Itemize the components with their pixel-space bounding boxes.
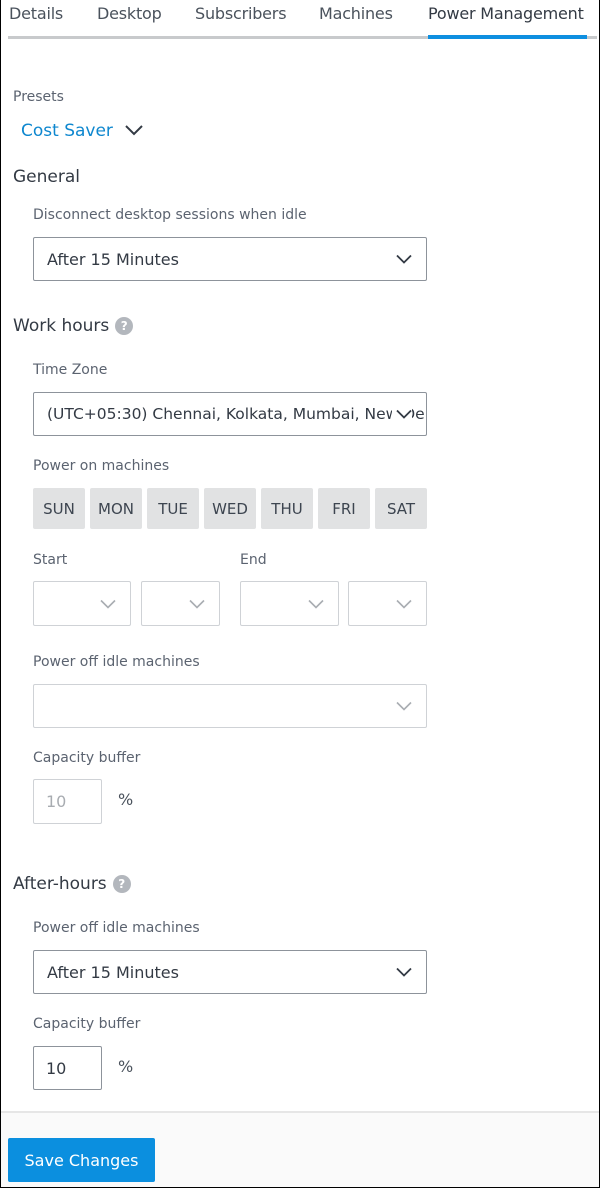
after-power-off-value: After 15 Minutes xyxy=(47,962,179,982)
chevron-down-icon xyxy=(396,250,412,269)
start-hour-select[interactable] xyxy=(33,581,131,626)
power-on-machines-label: Power on machines xyxy=(33,458,170,474)
disconnect-idle-value: After 15 Minutes xyxy=(47,249,179,269)
chevron-down-icon xyxy=(308,594,324,613)
tab-subscribers[interactable]: Subscribers xyxy=(195,4,287,23)
work-capacity-input[interactable]: 10 xyxy=(33,779,102,824)
work-capacity-unit: % xyxy=(118,790,134,809)
day-button-thu[interactable]: THU xyxy=(261,488,313,529)
day-selector: SUN MON TUE WED THU FRI SAT xyxy=(33,488,427,529)
day-button-sat[interactable]: SAT xyxy=(375,488,427,529)
after-capacity-input[interactable]: 10 xyxy=(33,1046,102,1090)
day-button-mon[interactable]: MON xyxy=(90,488,142,529)
time-zone-select[interactable]: (UTC+05:30) Chennai, Kolkata, Mumbai, Ne… xyxy=(33,392,427,436)
chevron-down-icon xyxy=(100,594,116,613)
power-management-panel: Details Desktop Subscribers Machines Pow… xyxy=(0,0,600,1188)
presets-label: Presets xyxy=(13,89,64,105)
question-circle-icon[interactable]: ? xyxy=(112,875,131,893)
tab-power-management[interactable]: Power Management xyxy=(428,4,584,23)
active-tab-indicator xyxy=(428,35,587,39)
general-heading: General xyxy=(13,167,80,187)
disconnect-idle-label: Disconnect desktop sessions when idle xyxy=(33,207,307,223)
after-power-off-select[interactable]: After 15 Minutes xyxy=(33,950,427,994)
after-power-off-label: Power off idle machines xyxy=(33,920,200,936)
day-button-sun[interactable]: SUN xyxy=(33,488,85,529)
chevron-down-icon xyxy=(396,963,412,982)
save-changes-button[interactable]: Save Changes xyxy=(8,1138,155,1182)
after-hours-heading: After-hours ? xyxy=(13,874,131,894)
chevron-down-icon xyxy=(396,697,412,716)
work-hours-heading: Work hours ? xyxy=(13,316,134,336)
after-capacity-unit: % xyxy=(118,1057,134,1076)
tab-machines[interactable]: Machines xyxy=(319,4,393,23)
day-button-tue[interactable]: TUE xyxy=(147,488,199,529)
presets-selected: Cost Saver xyxy=(21,121,113,141)
tab-desktop[interactable]: Desktop xyxy=(97,4,162,23)
end-label: End xyxy=(240,552,267,568)
work-power-off-select[interactable] xyxy=(33,684,427,728)
chevron-down-icon xyxy=(189,594,205,613)
end-minute-select[interactable] xyxy=(348,581,427,626)
chevron-down-icon xyxy=(396,594,412,613)
time-zone-value: (UTC+05:30) Chennai, Kolkata, Mumbai, Ne… xyxy=(47,405,426,423)
after-capacity-label: Capacity buffer xyxy=(33,1016,141,1032)
end-hour-select[interactable] xyxy=(240,581,339,626)
chevron-down-icon xyxy=(392,404,412,424)
day-button-wed[interactable]: WED xyxy=(204,488,256,529)
start-label: Start xyxy=(33,552,68,568)
start-minute-select[interactable] xyxy=(141,581,220,626)
after-hours-title: After-hours xyxy=(13,874,107,894)
disconnect-idle-select[interactable]: After 15 Minutes xyxy=(33,237,427,281)
work-capacity-label: Capacity buffer xyxy=(33,750,141,766)
time-zone-label: Time Zone xyxy=(33,362,108,378)
work-hours-title: Work hours xyxy=(13,316,110,336)
presets-dropdown[interactable]: Cost Saver xyxy=(21,121,143,141)
chevron-down-icon xyxy=(125,121,143,141)
day-button-fri[interactable]: FRI xyxy=(318,488,370,529)
work-power-off-label: Power off idle machines xyxy=(33,654,200,670)
question-circle-icon[interactable]: ? xyxy=(115,317,134,335)
tab-bar: Details Desktop Subscribers Machines Pow… xyxy=(1,0,599,40)
tab-details[interactable]: Details xyxy=(9,4,63,23)
